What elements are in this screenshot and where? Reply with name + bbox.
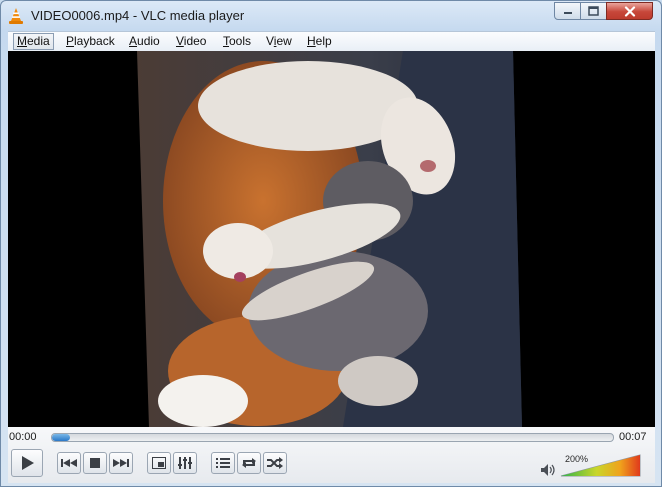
video-frame <box>8 51 655 427</box>
previous-button[interactable] <box>57 452 81 474</box>
speaker-icon[interactable] <box>540 463 556 477</box>
next-button[interactable] <box>109 452 133 474</box>
video-area[interactable] <box>8 51 655 427</box>
seek-progress <box>52 434 70 441</box>
loop-icon <box>242 458 256 468</box>
stop-icon <box>90 458 100 468</box>
play-icon <box>22 456 34 470</box>
menu-tools[interactable]: Tools <box>223 34 251 49</box>
maximize-button[interactable] <box>580 2 607 20</box>
loop-button[interactable] <box>237 452 261 474</box>
menu-bar: Media Playback Audio Video Tools View He… <box>8 31 655 51</box>
next-icon <box>113 459 129 467</box>
fullscreen-icon <box>152 457 166 469</box>
vlc-cone-icon <box>9 8 23 24</box>
minimize-icon <box>563 12 572 14</box>
playlist-icon <box>216 458 230 468</box>
extended-settings-button[interactable] <box>173 452 197 474</box>
seek-bar[interactable] <box>51 433 614 442</box>
menu-media[interactable]: Media <box>13 33 54 50</box>
menu-audio[interactable]: Audio <box>129 34 160 49</box>
total-time: 00:07 <box>619 431 647 443</box>
extended-settings-icon <box>178 457 192 469</box>
title-bar[interactable]: VIDEO0006.mp4 - VLC media player <box>1 1 661 31</box>
shuffle-icon <box>267 457 283 469</box>
vlc-window: VIDEO0006.mp4 - VLC media player Media P… <box>0 0 662 487</box>
close-button[interactable] <box>606 2 653 20</box>
volume-slider[interactable] <box>560 454 641 477</box>
menu-help[interactable]: Help <box>307 34 332 49</box>
play-button[interactable] <box>11 449 43 477</box>
minimize-button[interactable] <box>554 2 581 20</box>
elapsed-time: 00:00 <box>9 431 37 443</box>
maximize-icon <box>588 6 599 16</box>
previous-icon <box>61 459 77 467</box>
stop-button[interactable] <box>83 452 107 474</box>
controls-panel: 00:00 00:07 200% <box>8 427 655 483</box>
shuffle-button[interactable] <box>263 452 287 474</box>
playlist-button[interactable] <box>211 452 235 474</box>
menu-playback[interactable]: Playback <box>66 34 115 49</box>
close-icon <box>624 5 635 17</box>
window-title: VIDEO0006.mp4 - VLC media player <box>31 8 245 23</box>
menu-video[interactable]: Video <box>176 34 206 49</box>
menu-view[interactable]: View <box>266 34 292 49</box>
fullscreen-button[interactable] <box>147 452 171 474</box>
